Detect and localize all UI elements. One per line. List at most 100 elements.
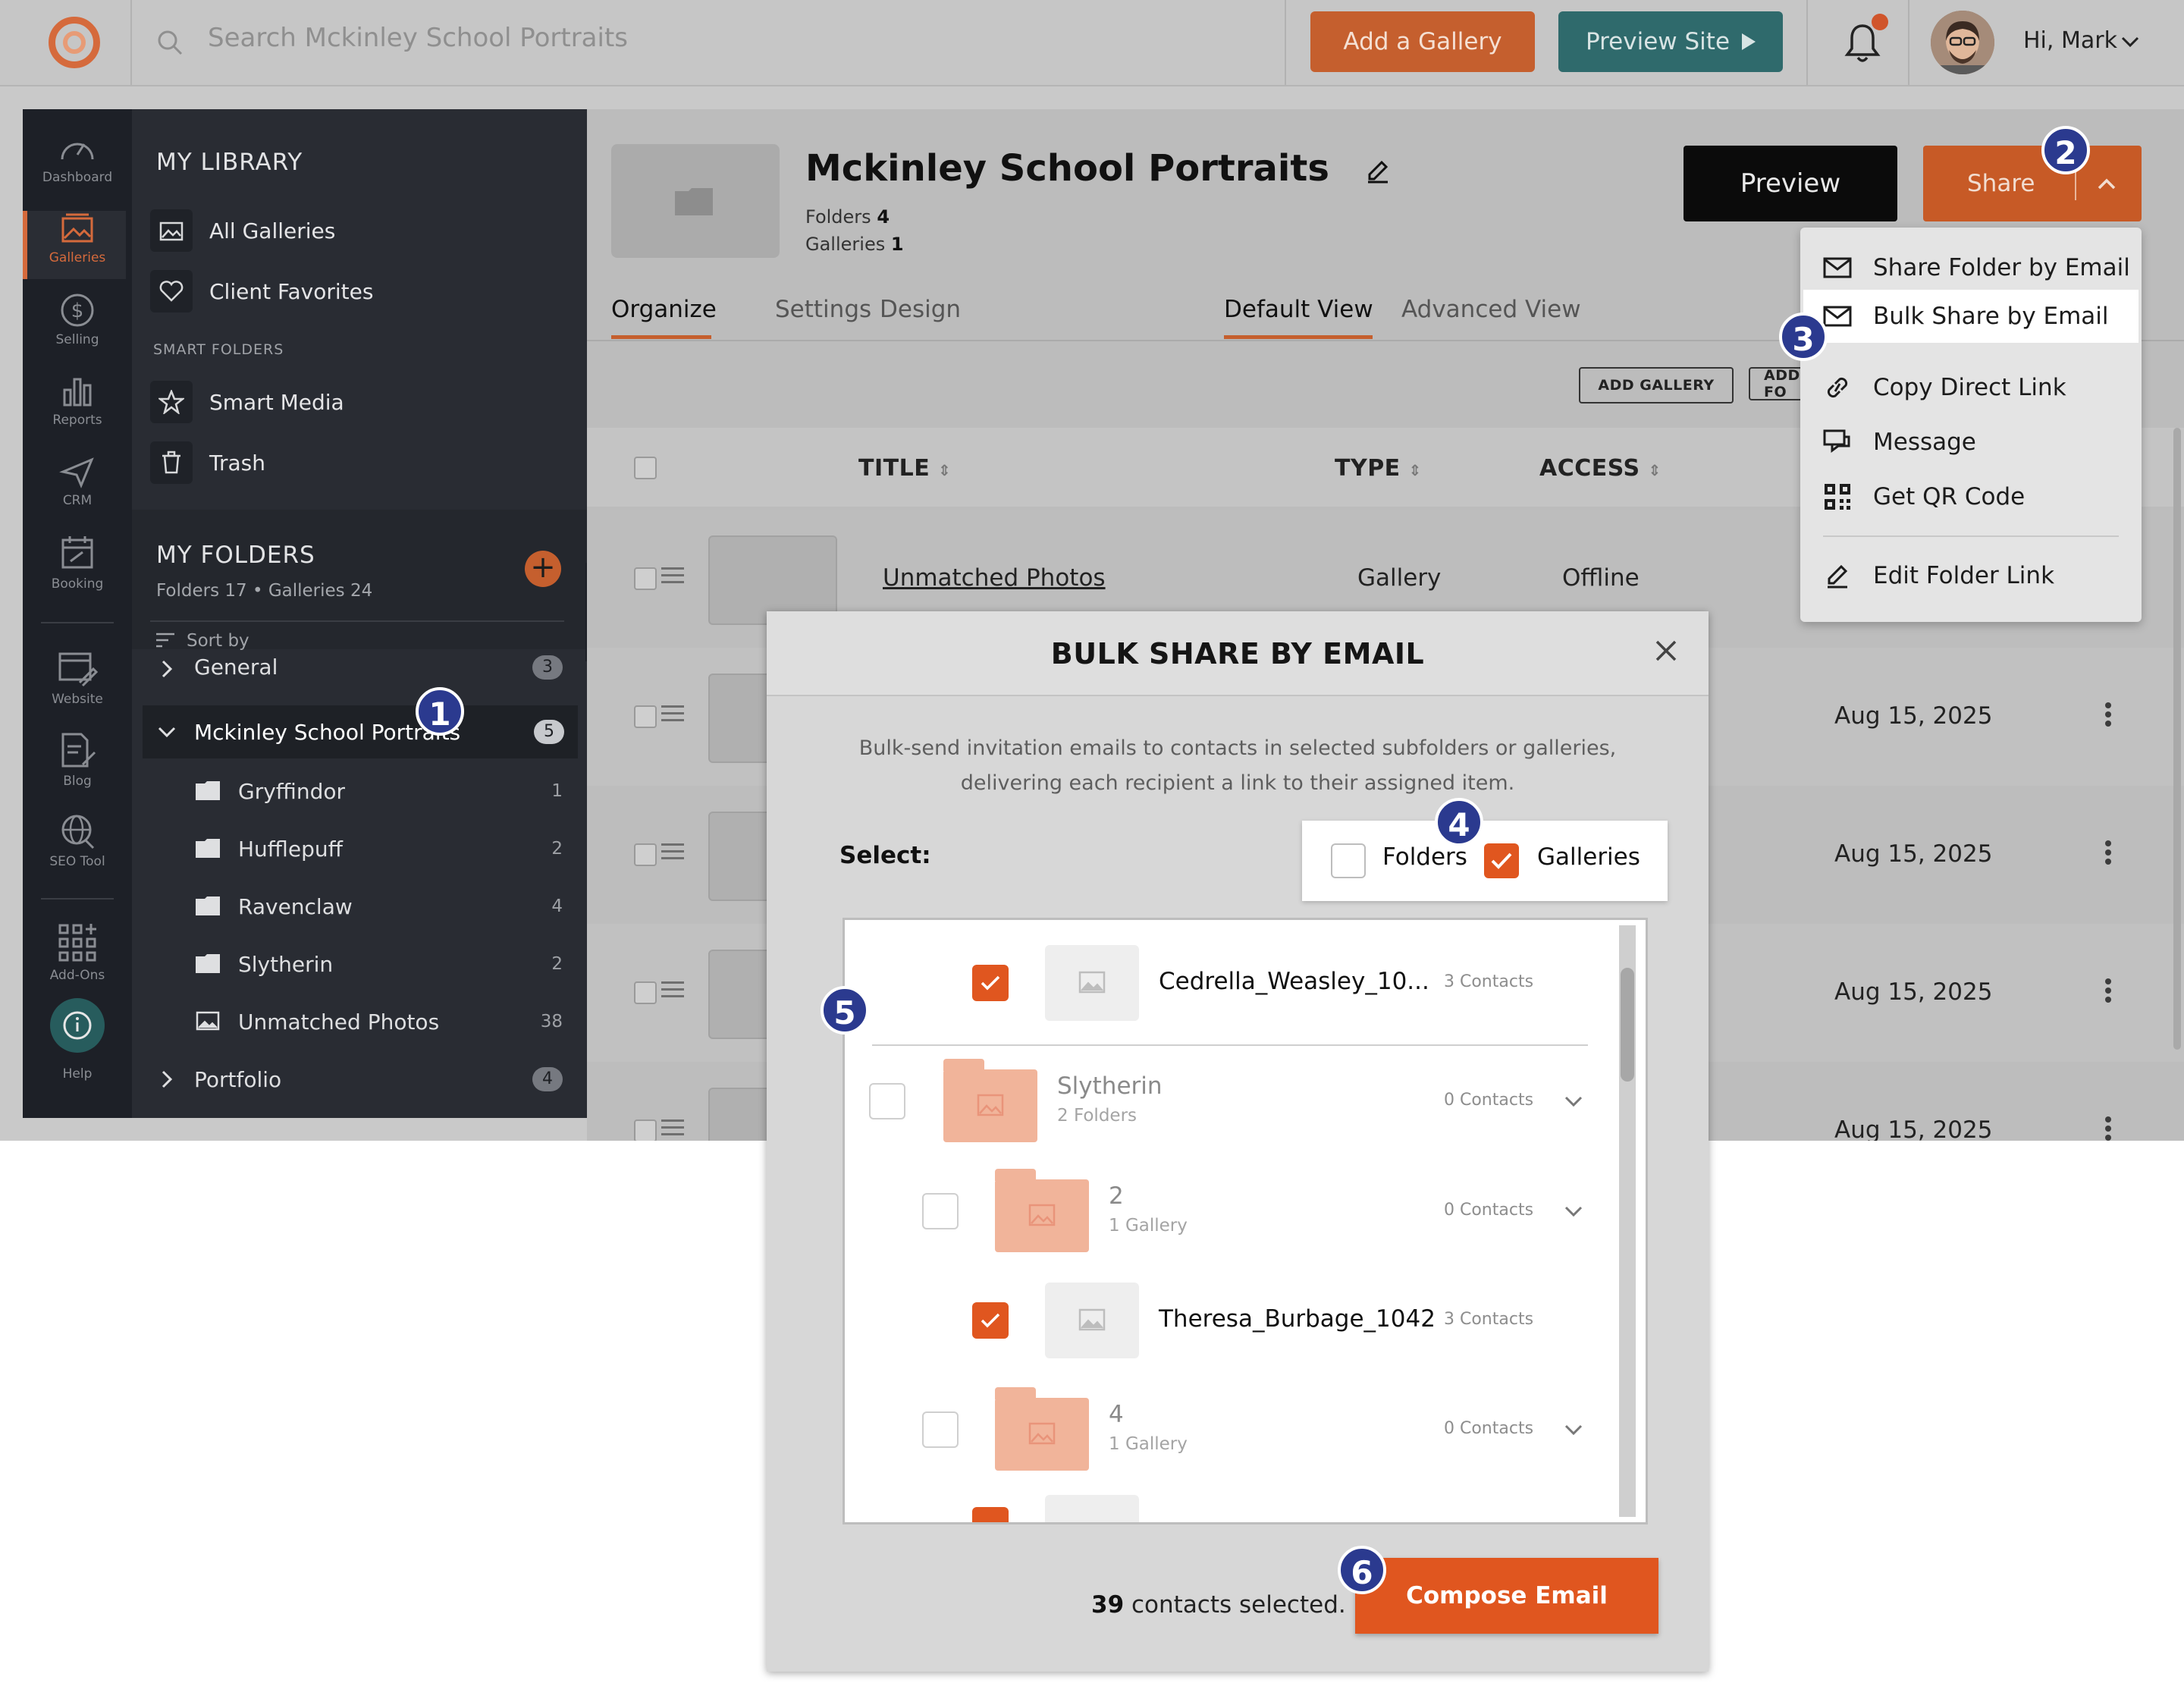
rail-dashboard[interactable]: Dashboard: [23, 132, 132, 208]
row-checkbox[interactable]: [634, 843, 657, 866]
rail-seo-tool[interactable]: SEO Tool: [23, 812, 132, 887]
rail-blog[interactable]: Blog: [23, 731, 132, 807]
drag-handle-icon[interactable]: [661, 977, 684, 1002]
trash-link[interactable]: Trash: [150, 438, 575, 487]
row-checkbox[interactable]: [634, 1119, 657, 1141]
folder-tree-item[interactable]: Slytherin 2: [132, 937, 587, 991]
drag-handle-icon[interactable]: [661, 1115, 684, 1140]
folder-count-badge: 5: [534, 720, 564, 744]
avatar[interactable]: [1931, 11, 1994, 74]
list-scrollbar[interactable]: [1621, 968, 1634, 1082]
row-date: Aug 15, 2025: [1834, 1116, 1993, 1141]
item-checkbox[interactable]: [972, 1302, 1009, 1339]
item-contacts: 0 Contacts: [1444, 1419, 1534, 1438]
column-access[interactable]: ACCESS ⇕: [1539, 455, 1662, 482]
row-menu-icon[interactable]: [2105, 837, 2111, 868]
rail-crm[interactable]: CRM: [23, 455, 132, 531]
drag-handle-icon[interactable]: [661, 701, 684, 726]
step-marker-4: 4: [1435, 798, 1483, 846]
chevron-down-icon[interactable]: [1564, 1420, 1583, 1440]
row-menu-icon[interactable]: [2105, 975, 2111, 1006]
tab-3[interactable]: Default View: [1224, 296, 1373, 323]
gallery-list-item[interactable]: Theresa_Burbage_1042 3 Contacts: [845, 1266, 1646, 1375]
column-type[interactable]: TYPE ⇕: [1335, 455, 1422, 482]
item-checkbox[interactable]: [869, 1083, 905, 1119]
folder-tree-item[interactable]: Portfolio 4: [132, 1053, 587, 1106]
rail-reports[interactable]: Reports: [23, 375, 132, 451]
tab-0[interactable]: Organize: [611, 296, 717, 323]
folder-tree-item[interactable]: Mckinley School Portraits 5: [143, 705, 578, 758]
tab-2[interactable]: Design: [880, 296, 961, 323]
item-checkbox[interactable]: [972, 1507, 1009, 1522]
copy-direct-link-item[interactable]: Copy Direct Link: [1800, 361, 2142, 414]
preview-site-button[interactable]: Preview Site: [1558, 11, 1783, 72]
chevron-up-icon[interactable]: [2096, 174, 2117, 193]
row-title[interactable]: Unmatched Photos: [883, 564, 1106, 592]
folder-tree-item[interactable]: General 3: [132, 649, 587, 680]
active-tab-underline: [1224, 335, 1373, 339]
item-checkbox[interactable]: [972, 965, 1009, 1001]
row-checkbox[interactable]: [634, 981, 657, 1004]
gallery-list-item-partial[interactable]: [845, 1484, 1646, 1522]
chevron-right-icon[interactable]: [156, 658, 177, 680]
preview-button[interactable]: Preview: [1684, 146, 1897, 221]
gallery-list-item[interactable]: Cedrella_Weasley_10... 3 Contacts: [845, 920, 1646, 1046]
galleries-filter-label[interactable]: Galleries: [1537, 843, 1640, 871]
rail-booking[interactable]: Booking: [23, 534, 132, 610]
drag-handle-icon[interactable]: [661, 839, 684, 864]
folder-tree-item[interactable]: Ravenclaw 4: [132, 880, 587, 933]
search-input[interactable]: Search Mckinley School Portraits: [208, 23, 628, 53]
smart-media-link[interactable]: Smart Media: [150, 378, 575, 426]
share-button[interactable]: Share: [1923, 146, 2142, 221]
brand-logo[interactable]: [49, 17, 100, 68]
select-all-checkbox[interactable]: [634, 457, 657, 479]
bulk-share-by-email-item[interactable]: Bulk Share by Email: [1803, 290, 2138, 343]
chevron-down-icon[interactable]: [1564, 1201, 1583, 1221]
all-galleries-link[interactable]: All Galleries: [150, 206, 575, 255]
menu-item-label: Message: [1873, 429, 1976, 456]
folder-tree-item[interactable]: Gryffindor 1: [132, 765, 587, 818]
sort-by-label[interactable]: Sort by: [187, 631, 249, 651]
galleries-filter-checkbox[interactable]: [1484, 843, 1519, 878]
chevron-down-icon[interactable]: [1564, 1091, 1583, 1111]
folder-tree-item[interactable]: Hufflepuff 2: [132, 822, 587, 875]
chevron-down-icon[interactable]: [156, 721, 177, 743]
main-scrollbar[interactable]: [2173, 428, 2181, 1050]
rail-add-ons[interactable]: Add-Ons: [23, 922, 132, 998]
row-checkbox[interactable]: [634, 705, 657, 728]
chevron-right-icon[interactable]: [156, 1069, 177, 1090]
share-folder-by-email-item[interactable]: Share Folder by Email: [1800, 241, 2142, 294]
edit-folder-link-item[interactable]: Edit Folder Link: [1800, 549, 2142, 602]
folder-list-item[interactable]: 2 1 Gallery 0 Contacts: [845, 1157, 1646, 1266]
folder-list-item[interactable]: 4 1 Gallery 0 Contacts: [845, 1375, 1646, 1484]
compose-email-button[interactable]: Compose Email: [1355, 1558, 1658, 1634]
row-menu-icon[interactable]: [2105, 699, 2111, 730]
row-checkbox[interactable]: [634, 567, 657, 590]
add-gallery-button[interactable]: Add a Gallery: [1310, 11, 1535, 72]
rail-website[interactable]: Website: [23, 649, 132, 725]
tab-4[interactable]: Advanced View: [1401, 296, 1581, 323]
pencil-icon[interactable]: [1365, 158, 1391, 184]
folder-tree-item[interactable]: Unmatched Photos 38: [132, 995, 587, 1048]
item-checkbox[interactable]: [922, 1193, 959, 1229]
client-favorites-link[interactable]: Client Favorites: [150, 267, 575, 316]
tab-1[interactable]: Settings: [775, 296, 871, 323]
message-item[interactable]: Message: [1800, 416, 2142, 469]
item-checkbox[interactable]: [922, 1411, 959, 1448]
rail-selling[interactable]: $ Selling: [23, 293, 132, 369]
folder-list-item[interactable]: Slytherin 2 Folders 0 Contacts: [845, 1046, 1646, 1157]
rail-galleries[interactable]: Galleries: [23, 212, 132, 288]
folders-filter-label[interactable]: Folders: [1382, 843, 1467, 871]
add-gallery-small-button[interactable]: ADD GALLERY: [1579, 367, 1734, 403]
add-folder-plus-button[interactable]: +: [525, 551, 561, 587]
column-title[interactable]: TITLE ⇕: [858, 455, 951, 482]
get-qr-code-item[interactable]: Get QR Code: [1800, 470, 2142, 523]
user-greeting[interactable]: Hi, Mark: [2023, 27, 2117, 54]
folders-filter-checkbox[interactable]: [1331, 843, 1366, 878]
drag-handle-icon[interactable]: [661, 563, 684, 588]
help-button[interactable]: [50, 998, 105, 1053]
chevron-down-icon[interactable]: [2120, 32, 2140, 52]
close-icon[interactable]: [1652, 637, 1680, 664]
sort-icon[interactable]: [155, 631, 176, 649]
row-menu-icon[interactable]: [2105, 1113, 2111, 1141]
